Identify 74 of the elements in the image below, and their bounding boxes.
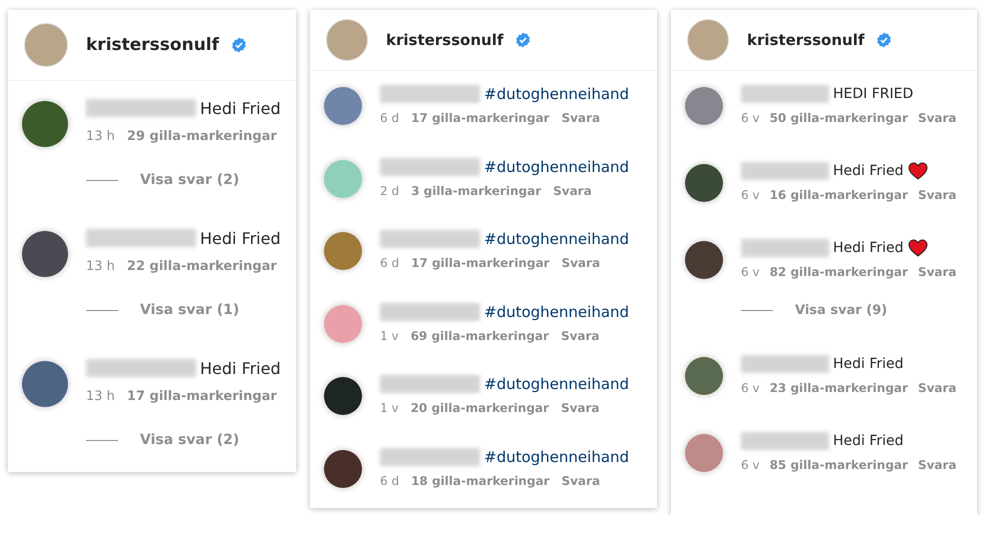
comment-text: Hedi Fried (833, 240, 904, 256)
verified-badge-icon (876, 32, 892, 48)
verified-badge-icon (515, 32, 532, 48)
comment-time: 1 v (380, 328, 399, 342)
likes-count[interactable]: 16 gilla-markeringar (770, 188, 908, 202)
comment-time: 13 h (86, 129, 115, 144)
reply-link[interactable]: Svara (553, 184, 592, 198)
reply-link[interactable]: Svara (560, 401, 600, 415)
hashtag-link[interactable]: #dutoghenneihand (484, 448, 630, 466)
comment-text: HEDI FRIED (833, 86, 914, 102)
reply-link[interactable]: Svara (918, 458, 957, 472)
comment-text: Hedi Fried (200, 98, 281, 118)
view-replies-link[interactable]: Visa svar (1) (140, 302, 240, 318)
view-replies-link[interactable]: Visa svar (2) (140, 172, 240, 188)
reply-link[interactable]: Svara (561, 111, 600, 125)
hashtag-link[interactable]: #dutoghenneihand (484, 302, 630, 320)
blurred-avatar[interactable] (22, 101, 68, 147)
comment-time: 6 v (741, 265, 760, 279)
comment-time: 6 v (741, 381, 760, 395)
comment-time: 6 v (741, 458, 760, 472)
view-replies-link[interactable]: Visa svar (2) (140, 432, 240, 448)
comment-time: 6 d (380, 256, 400, 270)
account-name[interactable]: kristerssonulf (386, 31, 504, 49)
comment-time: 2 d (380, 184, 400, 198)
likes-count[interactable]: 82 gilla-markeringar (770, 265, 908, 279)
hashtag-link[interactable]: #dutoghenneihand (484, 230, 630, 248)
blurred-avatar[interactable] (685, 164, 723, 202)
reply-link[interactable]: Svara (918, 381, 957, 395)
likes-count[interactable]: 50 gilla-markeringar (770, 111, 908, 125)
reply-link[interactable]: Svara (918, 188, 957, 202)
likes-count[interactable]: 23 gilla-markeringar (770, 381, 908, 395)
likes-count[interactable]: 17 gilla-markeringar (411, 256, 550, 270)
comment-text: Hedi Fried (833, 356, 904, 372)
blurred-avatar[interactable] (685, 241, 723, 279)
heart-icon (908, 239, 928, 257)
likes-count[interactable]: 85 gilla-markeringar (770, 458, 908, 472)
blurred-avatar[interactable] (324, 377, 362, 415)
reply-link[interactable]: Svara (561, 256, 600, 270)
profile-avatar[interactable] (326, 19, 368, 61)
likes-count[interactable]: 69 gilla-markeringar (410, 328, 549, 342)
comment-time: 6 d (380, 111, 400, 125)
hashtag-link[interactable]: #dutoghenneihand (484, 375, 630, 393)
profile-avatar[interactable] (687, 19, 729, 61)
comment-text: Hedi Fried (200, 228, 281, 248)
likes-count[interactable]: 17 gilla-markeringar (411, 111, 550, 125)
likes-count[interactable]: 18 gilla-markeringar (411, 474, 550, 488)
reply-link[interactable]: Svara (918, 111, 957, 125)
reply-link[interactable]: Svara (561, 474, 600, 488)
profile-avatar[interactable] (24, 23, 68, 67)
view-replies-link[interactable]: Visa svar (9) (795, 303, 888, 318)
hashtag-link[interactable]: #dutoghenneihand (484, 85, 630, 103)
account-name[interactable]: kristerssonulf (86, 35, 220, 55)
hashtag-link[interactable]: #dutoghenneihand (484, 158, 630, 176)
comment-text: Hedi Fried (833, 433, 904, 449)
likes-count[interactable]: 22 gilla-markeringar (126, 259, 277, 274)
verified-badge-icon (231, 37, 248, 53)
likes-count[interactable]: 3 gilla-markeringar (411, 184, 542, 198)
comment-time: 13 h (86, 259, 115, 274)
comment-text: Hedi Fried (833, 163, 904, 179)
reply-link[interactable]: Svara (918, 265, 957, 279)
comment-time: 6 v (741, 188, 760, 202)
blurred-avatar[interactable] (324, 450, 362, 488)
heart-icon (908, 162, 928, 180)
reply-link[interactable]: Svara (560, 328, 600, 342)
likes-count[interactable]: 20 gilla-markeringar (410, 401, 549, 415)
likes-count[interactable]: 17 gilla-markeringar (126, 389, 277, 404)
comment-time: 1 v (380, 401, 399, 415)
comment-time: 6 d (380, 474, 400, 488)
comment-time: 13 h (86, 389, 115, 404)
account-name[interactable]: kristerssonulf (747, 31, 864, 49)
blurred-avatar[interactable] (22, 231, 68, 277)
likes-count[interactable]: 29 gilla-markeringar (126, 129, 277, 144)
comment-text: Hedi Fried (200, 358, 281, 378)
comment-time: 6 v (741, 111, 760, 125)
